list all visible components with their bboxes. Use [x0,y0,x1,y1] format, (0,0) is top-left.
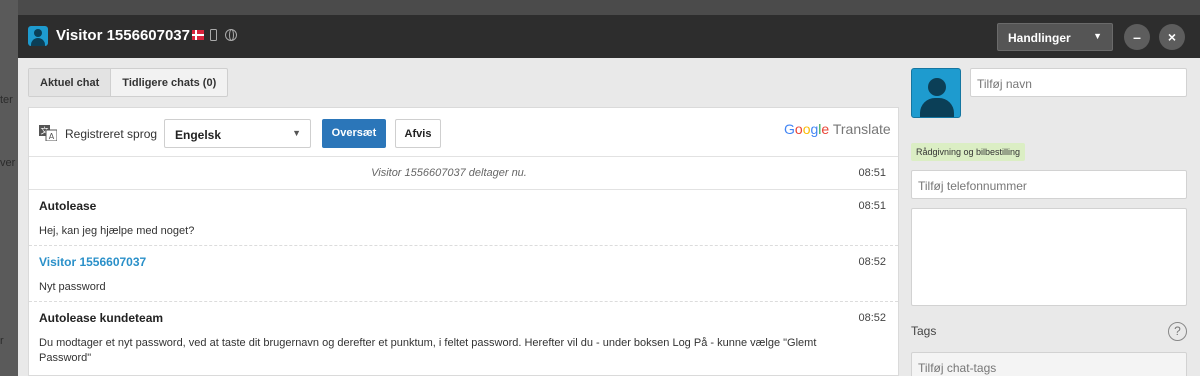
detected-language-label: Registreret sprog [65,127,158,141]
titlebar: Visitor 1556607037 Handlinger ▼ – × [18,15,1200,58]
language-select[interactable]: Engelsk ▼ [164,119,311,148]
background-text: ter [0,94,13,106]
chat-window: Visitor 1556607037 Handlinger ▼ – × Aktu… [18,15,1200,376]
message-time: 08:51 [858,167,886,179]
chevron-down-icon: ▼ [1093,31,1102,41]
tab-previous-chats[interactable]: Tidligere chats (0) [111,69,227,96]
message-time: 08:52 [858,256,886,268]
chat-message: Autolease 08:51 Hej, kan jeg hjælpe med … [29,190,898,246]
tags-label: Tags [911,324,937,338]
translate-button[interactable]: Oversæt [322,119,386,148]
dismiss-button[interactable]: Afvis [395,119,441,148]
svg-text:A: A [49,132,55,141]
background-app-strip: ter ver r [0,0,18,376]
window-title: Visitor 1556607037 [56,27,190,44]
message-time: 08:52 [858,312,886,324]
translate-language-icon: 文 A [39,125,57,141]
message-body: Hej, kan jeg hjælpe med noget? [39,225,195,237]
name-input[interactable]: Tilføj navn [970,68,1187,97]
tab-current-chat[interactable]: Aktuel chat [29,69,112,96]
mobile-device-icon [210,29,217,41]
chat-tags-input[interactable]: Tilføj chat-tags [911,352,1187,376]
globe-icon [225,29,237,41]
notes-textarea[interactable] [911,208,1187,306]
language-select-value: Engelsk [175,128,222,142]
system-message: Visitor 1556607037 deltager nu. 08:51 [29,157,898,190]
phone-input[interactable]: Tilføj telefonnummer [911,170,1187,199]
denmark-flag-icon [192,30,204,40]
background-text: r [0,335,4,347]
translate-bar: 文 A Registreret sprog Engelsk ▼ Oversæt … [29,108,898,157]
close-button[interactable]: × [1159,24,1185,50]
system-message-text: Visitor 1556607037 deltager nu. [371,167,527,179]
background-text: ver [0,157,16,169]
visitor-avatar[interactable] [911,68,961,118]
minimize-button[interactable]: – [1124,24,1150,50]
chat-tabs: Aktuel chat Tidligere chats (0) [28,68,229,97]
chat-message: Autolease kundeteam 08:52 Du modtager et… [29,302,898,376]
message-body: Du modtager et nyt password, ved at tast… [39,337,817,364]
message-time: 08:51 [858,200,886,212]
visitor-avatar-icon [28,26,48,46]
chevron-down-icon: ▼ [292,128,301,138]
help-icon[interactable]: ? [1168,322,1187,341]
actions-dropdown[interactable]: Handlinger ▼ [997,23,1113,51]
actions-label: Handlinger [1008,31,1071,45]
message-body: Nyt password [39,281,106,293]
message-sender[interactable]: Visitor 1556607037 [39,255,146,269]
message-sender: Autolease kundeteam [39,311,164,325]
google-translate-logo: Google Translate [784,121,891,137]
department-badge: Rådgivning og bilbestilling [911,143,1026,161]
message-sender: Autolease [39,199,97,213]
chat-panel: 文 A Registreret sprog Engelsk ▼ Oversæt … [28,107,899,376]
chat-message: Visitor 1556607037 08:52 Nyt password [29,246,898,302]
